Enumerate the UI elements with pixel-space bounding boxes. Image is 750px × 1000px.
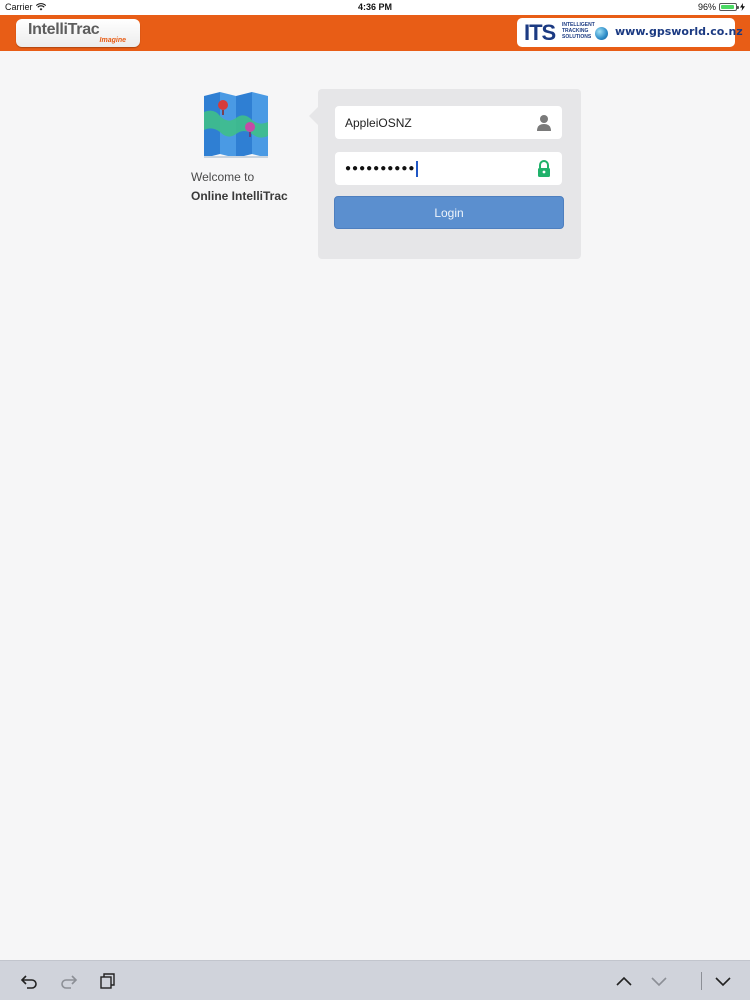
battery-icon [719,3,739,11]
lock-icon [538,160,550,177]
map-icon [204,92,268,158]
user-icon [537,115,551,131]
clock: 4:36 PM [357,2,392,12]
password-field[interactable]: ●●●●●●●●●● [335,152,562,185]
its-partner-logo: ITS INTELLIGENT TRACKING SOLUTIONS www.g… [517,18,743,47]
clipboard-icon[interactable] [98,971,118,991]
its-word-3: SOLUTIONS [562,34,592,40]
keyboard-shortcut-bar [0,960,750,1000]
its-logo-mark: ITS [524,20,556,45]
username-field[interactable]: AppleiOSNZ [335,106,562,139]
intellitrac-logo: IntelliTrac Imagine [16,19,140,47]
welcome-line: Welcome to [191,170,255,184]
password-masked-value: ●●●●●●●●●● [345,163,416,174]
username-value: AppleiOSNZ [345,115,412,130]
toolbar-divider [701,972,702,990]
app-header: IntelliTrac Imagine ITS INTELLIGENT TRAC… [0,15,750,51]
welcome-text: Welcome to Online IntelliTrac [191,168,288,206]
login-button[interactable]: Login [334,196,564,229]
chevron-down-icon[interactable] [649,971,669,991]
chevron-up-icon[interactable] [614,971,634,991]
status-bar: Carrier 4:36 PM 96% [0,0,750,15]
intellitrac-logo-text: IntelliTrac [28,21,100,38]
partner-website: www.gpsworld.co.nz [615,25,743,38]
battery-percent: 96% [697,2,716,12]
welcome-app-name: Online IntelliTrac [191,189,288,203]
redo-icon[interactable] [58,971,78,991]
charging-icon [740,3,745,11]
globe-icon [595,27,608,40]
keyboard-dismiss-icon[interactable] [713,971,733,991]
undo-icon[interactable] [20,971,40,991]
login-panel: AppleiOSNZ ●●●●●●●●●● Login [309,89,581,259]
its-logo-words: INTELLIGENT TRACKING SOLUTIONS [562,22,595,40]
intellitrac-logo-subtext: Imagine [99,37,126,44]
text-cursor [416,160,419,177]
battery-indicator: 96% [698,2,745,12]
battery-fill [721,5,735,9]
